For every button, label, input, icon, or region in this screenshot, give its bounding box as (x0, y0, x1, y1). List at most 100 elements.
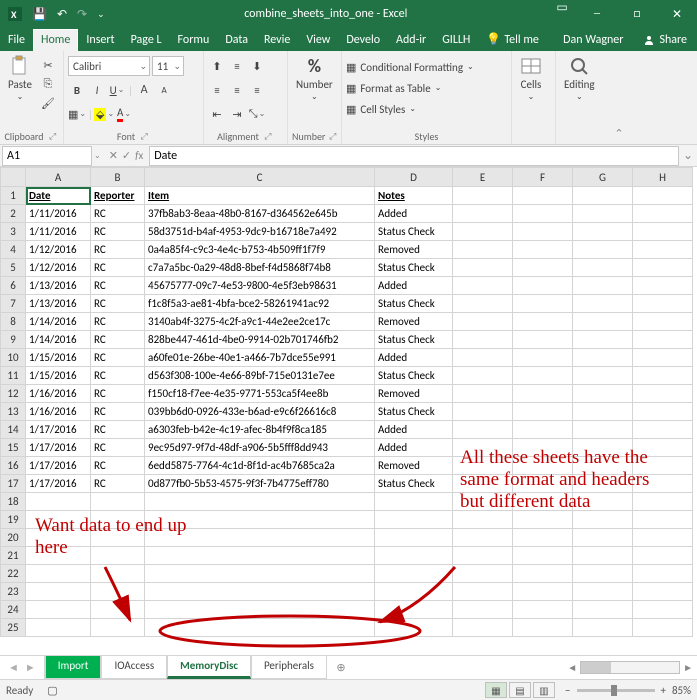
cell-C11[interactable]: d563f308-100e-4e66-89bf-715e0131e7ee (145, 367, 375, 385)
cell-F23[interactable] (513, 583, 573, 601)
cell-G13[interactable] (573, 403, 633, 421)
row-header-4[interactable]: 4 (1, 241, 26, 259)
cell-C15[interactable]: 9ec95d97-9f7d-48df-a906-5b5fff8dd943 (145, 439, 375, 457)
cell-E11[interactable] (453, 367, 513, 385)
cell-F9[interactable] (513, 331, 573, 349)
font-name-select[interactable]: Calibri (68, 56, 150, 76)
cell-A17[interactable]: 1/17/2016 (26, 475, 91, 493)
cell-E25[interactable] (453, 619, 513, 637)
cell-H5[interactable] (633, 259, 693, 277)
font-color-button[interactable]: A (115, 105, 133, 123)
cell-A6[interactable]: 1/13/2016 (26, 277, 91, 295)
cell-H15[interactable] (633, 439, 693, 457)
cell-D17[interactable]: Status Check (375, 475, 453, 493)
italic-button[interactable]: I (88, 81, 106, 99)
cell-A10[interactable]: 1/15/2016 (26, 349, 91, 367)
cell-F11[interactable] (513, 367, 573, 385)
cell-E4[interactable] (453, 241, 513, 259)
cell-G3[interactable] (573, 223, 633, 241)
cell-C9[interactable]: 828be447-461d-4be0-9914-02b701746fb2 (145, 331, 375, 349)
row-header-8[interactable]: 8 (1, 313, 26, 331)
cell-B8[interactable]: RC (91, 313, 145, 331)
cell-D8[interactable]: Removed (375, 313, 453, 331)
cell-C25[interactable] (145, 619, 375, 637)
col-header-G[interactable]: G (573, 168, 633, 187)
cell-D12[interactable]: Removed (375, 385, 453, 403)
menu-tab-view[interactable]: View (298, 29, 338, 51)
cell-C24[interactable] (145, 601, 375, 619)
cell-F7[interactable] (513, 295, 573, 313)
cell-A9[interactable]: 1/14/2016 (26, 331, 91, 349)
cell-A5[interactable]: 1/12/2016 (26, 259, 91, 277)
orientation-button[interactable]: ⤡ (248, 105, 266, 123)
cell-H20[interactable] (633, 529, 693, 547)
editing-button[interactable]: Editing ⌄ (560, 53, 599, 104)
col-header-B[interactable]: B (91, 168, 145, 187)
cell-A8[interactable]: 1/14/2016 (26, 313, 91, 331)
cell-E21[interactable] (453, 547, 513, 565)
cell-H10[interactable] (633, 349, 693, 367)
sheet-tab-memorydisc[interactable]: MemoryDisc (167, 656, 251, 679)
cell-D25[interactable] (375, 619, 453, 637)
cell-F8[interactable] (513, 313, 573, 331)
cell-C10[interactable]: a60fe01e-26be-40e1-a466-7b7dce55e991 (145, 349, 375, 367)
increase-font-button[interactable]: A (135, 81, 153, 99)
cell-A20[interactable] (26, 529, 91, 547)
cell-C20[interactable] (145, 529, 375, 547)
cell-E17[interactable] (453, 475, 513, 493)
row-header-14[interactable]: 14 (1, 421, 26, 439)
cell-B18[interactable] (91, 493, 145, 511)
col-header-C[interactable]: C (145, 168, 375, 187)
cell-D20[interactable] (375, 529, 453, 547)
cell-A22[interactable] (26, 565, 91, 583)
redo-icon[interactable]: ↷ (77, 7, 87, 22)
cell-D21[interactable] (375, 547, 453, 565)
cell-G4[interactable] (573, 241, 633, 259)
page-break-view-button[interactable]: ▥ (533, 682, 555, 698)
row-header-18[interactable]: 18 (1, 493, 26, 511)
cell-E12[interactable] (453, 385, 513, 403)
cell-G19[interactable] (573, 511, 633, 529)
cell-C2[interactable]: 37fb8ab3-8eaa-48b0-8167-d364562e645b (145, 205, 375, 223)
clipboard-launcher-icon[interactable]: ⤢ (47, 131, 59, 143)
borders-button[interactable]: ▦ (68, 105, 86, 123)
cell-E15[interactable] (453, 439, 513, 457)
align-left-button[interactable]: ≡ (208, 81, 226, 99)
cell-C12[interactable]: f150cf18-f7ee-4e35-9771-553ca5f4ee8b (145, 385, 375, 403)
fx-icon[interactable]: fx (135, 149, 143, 162)
cell-H25[interactable] (633, 619, 693, 637)
cell-E13[interactable] (453, 403, 513, 421)
cell-A25[interactable] (26, 619, 91, 637)
row-header-24[interactable]: 24 (1, 601, 26, 619)
maximize-button[interactable]: □ (617, 0, 657, 28)
cell-D22[interactable] (375, 565, 453, 583)
cell-C3[interactable]: 58d3751d-b4af-4953-9dc9-b16718e7a492 (145, 223, 375, 241)
cell-H7[interactable] (633, 295, 693, 313)
cell-E22[interactable] (453, 565, 513, 583)
zoom-out-button[interactable]: − (565, 684, 570, 697)
cell-F17[interactable] (513, 475, 573, 493)
menu-tab-develo[interactable]: Develo (338, 29, 388, 51)
cell-A23[interactable] (26, 583, 91, 601)
align-center-button[interactable]: ≡ (228, 81, 246, 99)
row-header-21[interactable]: 21 (1, 547, 26, 565)
format-painter-icon[interactable]: 🖌 (39, 94, 57, 112)
cell-H21[interactable] (633, 547, 693, 565)
cell-B12[interactable]: RC (91, 385, 145, 403)
align-right-button[interactable]: ≡ (248, 81, 266, 99)
cell-C19[interactable] (145, 511, 375, 529)
macro-record-icon[interactable]: ▢ (33, 684, 57, 697)
cell-D2[interactable]: Added (375, 205, 453, 223)
cell-A15[interactable]: 1/17/2016 (26, 439, 91, 457)
cell-D13[interactable]: Status Check (375, 403, 453, 421)
row-header-19[interactable]: 19 (1, 511, 26, 529)
formula-input[interactable]: Date (149, 146, 679, 166)
cell-H19[interactable] (633, 511, 693, 529)
cell-H24[interactable] (633, 601, 693, 619)
cell-G25[interactable] (573, 619, 633, 637)
row-header-3[interactable]: 3 (1, 223, 26, 241)
cell-A19[interactable] (26, 511, 91, 529)
cell-E7[interactable] (453, 295, 513, 313)
cell-G6[interactable] (573, 277, 633, 295)
tell-me-search[interactable]: 💡 Tell me (478, 32, 538, 47)
